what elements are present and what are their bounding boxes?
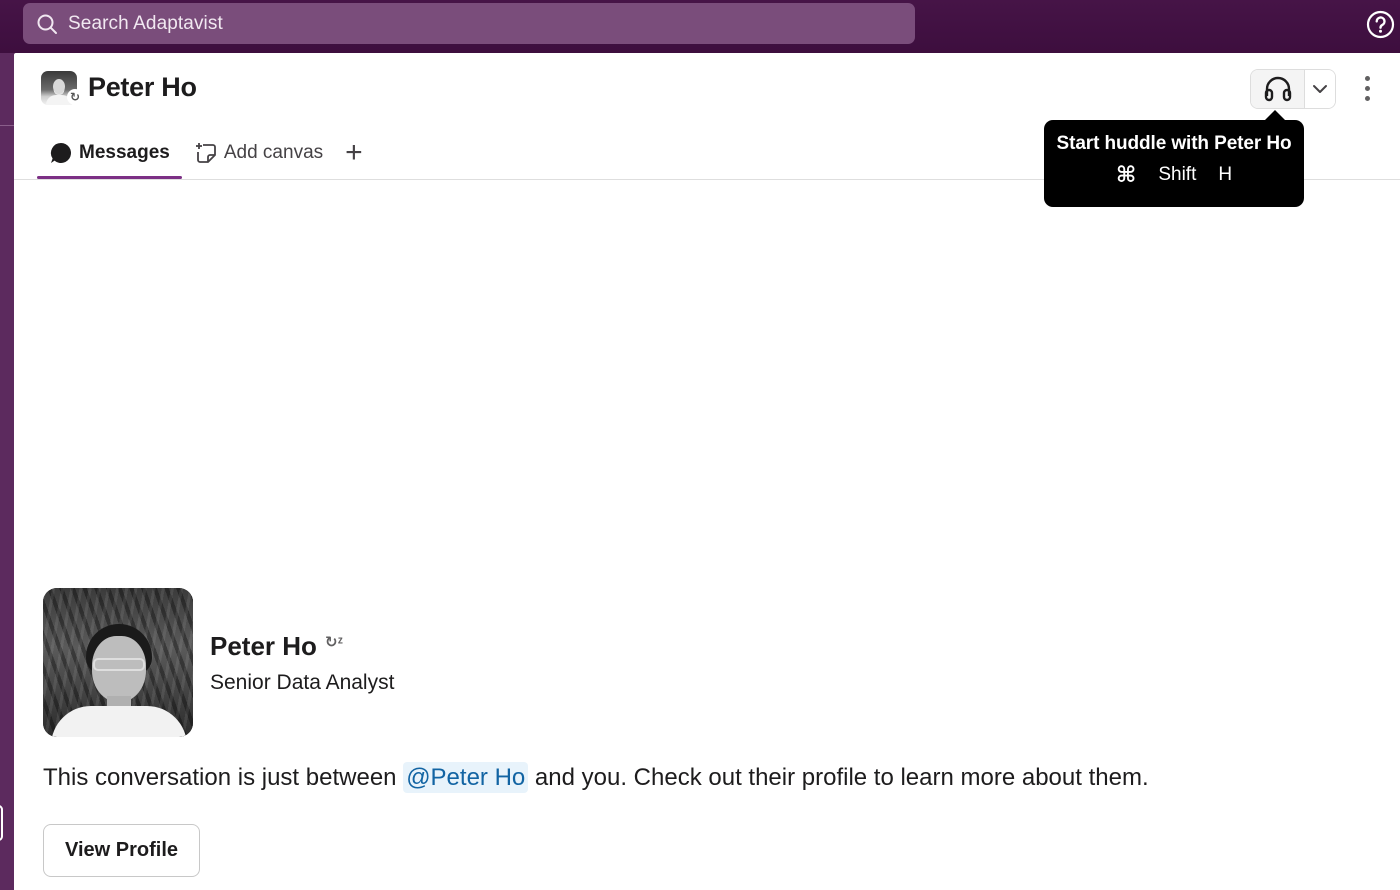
add-tab-button[interactable]: + — [335, 133, 373, 173]
tooltip-shortcut: ⌘ Shift H — [1044, 164, 1304, 186]
dnd-snooze-icon: ↻ᶻ — [325, 634, 343, 651]
chevron-down-icon — [1313, 85, 1327, 93]
tab-messages-label: Messages — [79, 142, 170, 163]
tab-add-canvas-label: Add canvas — [223, 142, 324, 163]
start-huddle-button[interactable] — [1251, 70, 1305, 108]
headphones-icon — [1264, 76, 1291, 102]
intro-text-before: This conversation is just between — [43, 764, 404, 791]
sidebar-divider — [0, 125, 14, 126]
intro-message: This conversation is just between @Peter… — [43, 762, 1149, 793]
kebab-dot — [1364, 95, 1370, 101]
photo-glasses — [93, 658, 145, 671]
plus-icon: + — [345, 136, 363, 169]
photo-shirt — [51, 706, 187, 737]
view-profile-button[interactable]: View Profile — [43, 824, 200, 877]
kebab-dot — [1364, 85, 1370, 91]
huddle-button-group — [1250, 69, 1336, 109]
avatar-face — [53, 79, 65, 94]
search-placeholder: Search Adaptavist — [68, 13, 223, 34]
command-key-icon: ⌘ — [1115, 162, 1137, 187]
shortcut-key: H — [1218, 164, 1233, 185]
more-actions-button[interactable] — [1356, 71, 1378, 105]
dnd-snooze-icon: ↻ — [67, 89, 83, 105]
top-bar: Search Adaptavist — [0, 0, 1400, 53]
tab-messages[interactable]: Messages — [37, 133, 182, 179]
message-bubble-icon — [50, 142, 71, 163]
sidebar-item-highlight[interactable] — [0, 805, 3, 841]
search-icon — [37, 14, 57, 34]
help-circle-icon[interactable] — [1366, 10, 1395, 39]
huddle-options-button[interactable] — [1305, 70, 1335, 108]
intro-text-after: and you. Check out their profile to lear… — [528, 764, 1149, 791]
shortcut-key: Shift — [1158, 164, 1197, 185]
sidebar-edge — [0, 53, 14, 890]
tooltip-title: Start huddle with Peter Ho — [1056, 133, 1292, 154]
kebab-vertical-icon — [1364, 75, 1370, 81]
conversation-pane: ↻ Peter Ho Messages Add canvas + Start h… — [14, 53, 1400, 890]
tab-add-canvas[interactable]: Add canvas — [182, 133, 335, 173]
intro-display-name[interactable]: Peter Ho — [210, 631, 317, 662]
canvas-add-icon — [195, 143, 216, 163]
tab-bar: Messages Add canvas + — [37, 133, 373, 180]
user-mention-link[interactable]: @Peter Ho — [403, 762, 529, 793]
profile-photo[interactable] — [43, 588, 193, 737]
channel-title[interactable]: Peter Ho — [88, 72, 197, 103]
huddle-tooltip: Start huddle with Peter Ho ⌘ Shift H — [1044, 110, 1304, 207]
intro-job-title: Senior Data Analyst — [210, 671, 395, 694]
search-input[interactable]: Search Adaptavist — [23, 3, 915, 44]
